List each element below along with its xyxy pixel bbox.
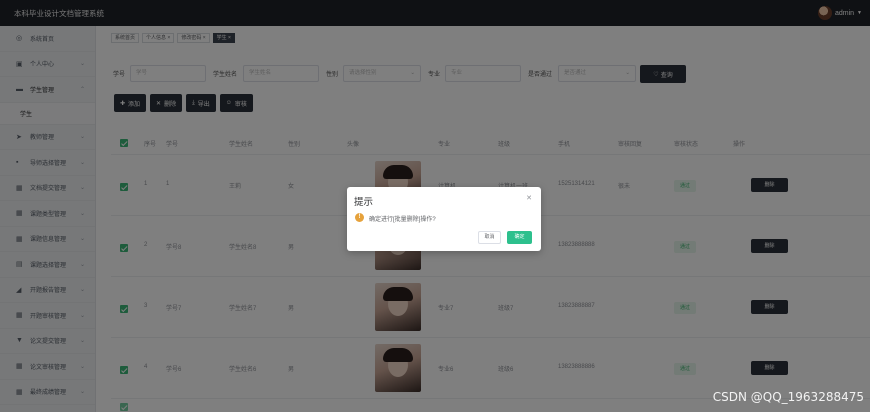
cancel-button[interactable]: 取消: [478, 231, 501, 244]
confirm-button[interactable]: 确定: [507, 231, 532, 244]
confirm-dialog: 提示 ✕ ! 确定进行[批量删除]操作? 取消 确定: [347, 187, 541, 251]
watermark: CSDN @QQ_1963288475: [712, 390, 864, 404]
close-icon[interactable]: ✕: [526, 194, 532, 202]
dialog-title: 提示: [354, 197, 374, 208]
dialog-message: 确定进行[批量删除]操作?: [369, 217, 436, 223]
warning-icon: !: [355, 213, 364, 222]
